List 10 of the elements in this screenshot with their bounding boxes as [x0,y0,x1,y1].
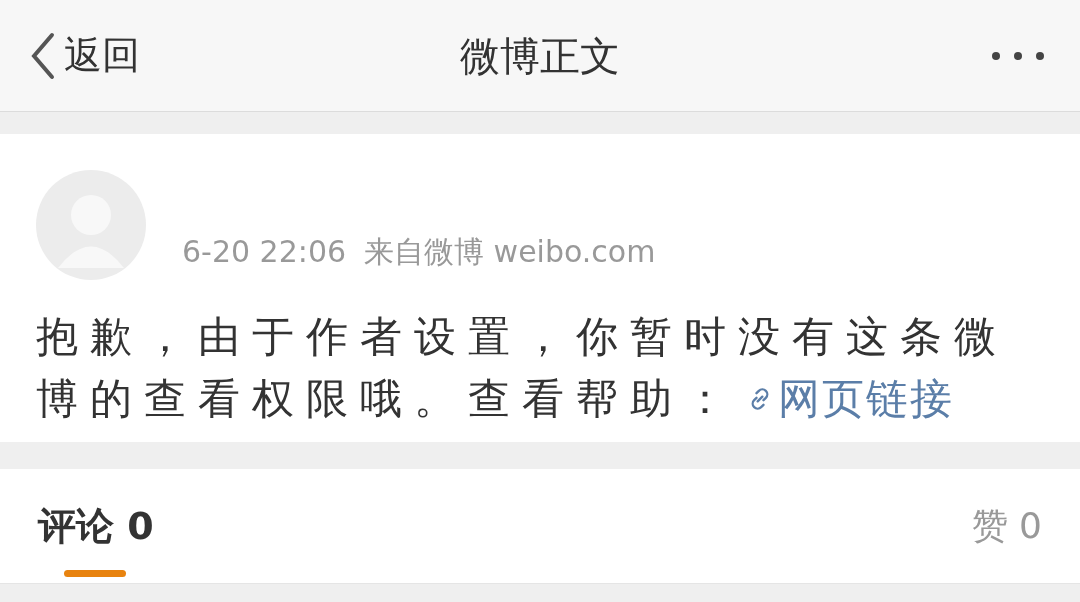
post-time: 6-20 22:06 [182,233,347,271]
post-text: 抱歉，由于作者设置，你暂时没有这条微博的查看权限哦。查看帮助： 网页链接 [36,306,1048,430]
web-link[interactable]: 网页链接 [746,368,954,430]
page-title: 微博正文 [460,31,620,81]
back-button[interactable]: 返回 [30,27,140,84]
tab-indicator [64,570,126,577]
tab[interactable]: 评论 0 [38,469,154,583]
more-icon[interactable] [992,51,1044,60]
post-source: 来自微博 weibo.com [364,233,656,271]
chevron-left-icon [30,31,56,80]
